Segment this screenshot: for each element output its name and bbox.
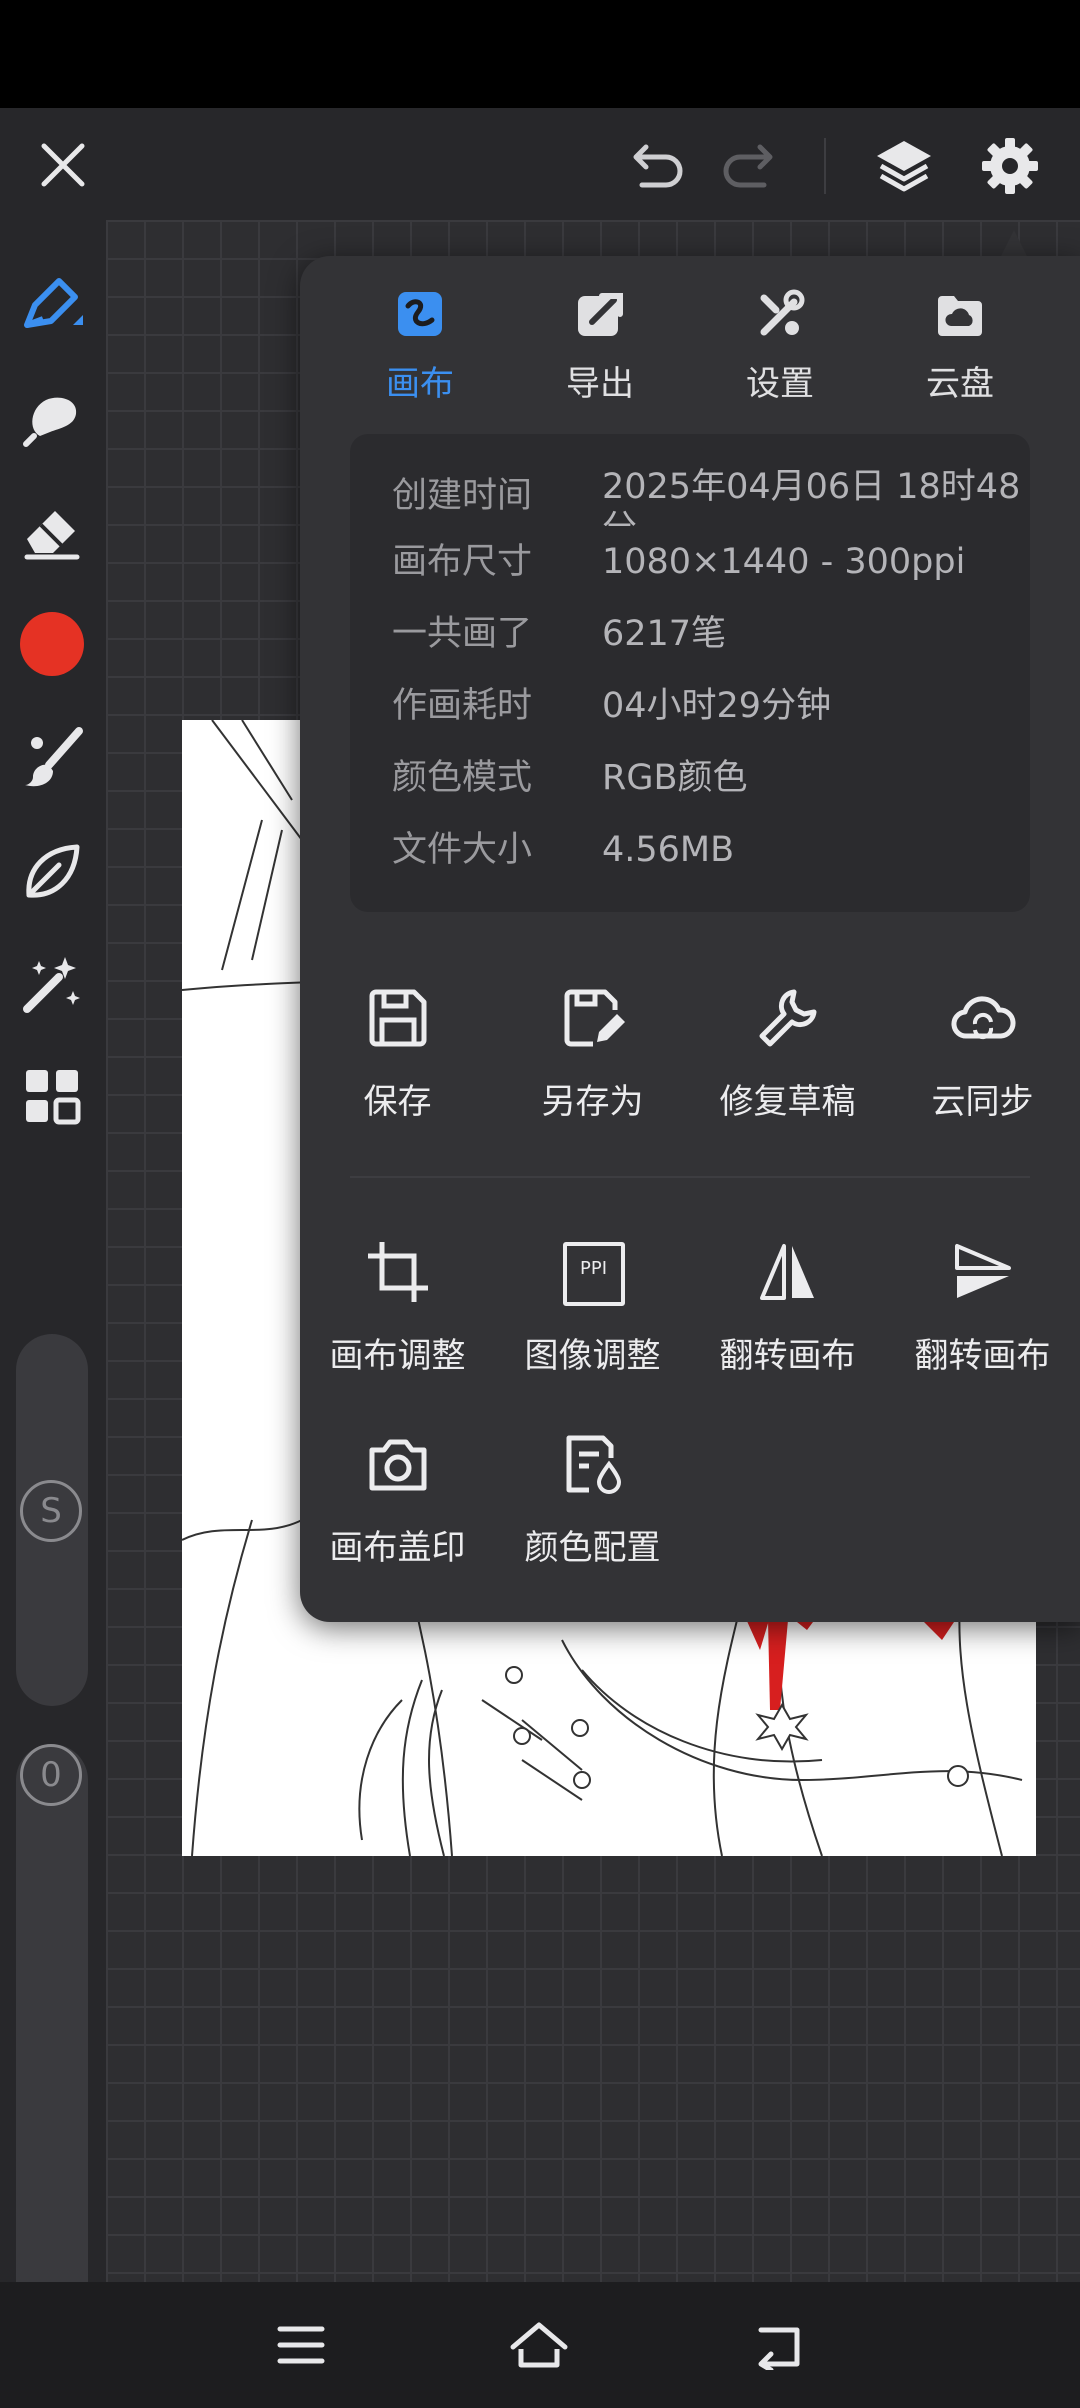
info-row-color-mode: 颜色模式 RGB颜色 xyxy=(392,758,748,798)
info-row-duration: 作画耗时 04小时29分钟 xyxy=(392,686,832,726)
info-row-strokes: 一共画了 6217笔 xyxy=(392,614,727,654)
brush-icon[interactable] xyxy=(14,720,90,796)
color-profile-button[interactable]: 颜色配置 xyxy=(495,1430,690,1569)
canvas-menu-popup: 画布 导出 设置 云盘 创建时间 2025年04月06日 18时48分 画布 xyxy=(300,256,1080,1622)
redo-icon[interactable] xyxy=(716,136,786,196)
flip-horizontal-icon xyxy=(754,1238,822,1306)
info-row-file-size: 文件大小 4.56MB xyxy=(392,830,735,870)
pen-icon[interactable] xyxy=(12,264,92,344)
brush-size-knob[interactable]: S xyxy=(20,1480,82,1542)
actions-divider xyxy=(350,1176,1030,1178)
brush-size-slider[interactable]: S xyxy=(16,1334,88,1706)
cloud-sync-button[interactable]: 云同步 xyxy=(885,984,1080,1123)
gear-icon[interactable] xyxy=(974,130,1046,202)
layers-icon[interactable] xyxy=(868,130,940,202)
home-icon[interactable] xyxy=(506,2312,572,2378)
brush-opacity-slider[interactable]: 0 xyxy=(16,1744,88,2360)
canvas-adjust-button[interactable]: 画布调整 xyxy=(300,1238,495,1377)
tab-export[interactable]: 导出 xyxy=(510,288,690,408)
export-icon xyxy=(574,288,626,340)
magic-wand-icon[interactable] xyxy=(14,946,90,1022)
image-adjust-button[interactable]: PPI 图像调整 xyxy=(495,1238,690,1377)
flip-horizontal-button[interactable]: 翻转画布 xyxy=(690,1238,885,1377)
cloud-sync-icon xyxy=(949,984,1017,1052)
toolbar-divider xyxy=(824,138,826,194)
system-nav-bar xyxy=(0,2282,1080,2408)
menu-icon[interactable] xyxy=(268,2312,334,2378)
leaf-icon[interactable] xyxy=(14,834,90,910)
flip-vertical-icon xyxy=(949,1238,1017,1306)
save-button[interactable]: 保存 xyxy=(300,984,495,1123)
eraser-icon[interactable] xyxy=(14,494,90,570)
top-toolbar xyxy=(0,108,1080,220)
info-row-created: 创建时间 2025年04月06日 18时48分 xyxy=(392,467,1021,526)
grid-icon[interactable] xyxy=(16,1060,88,1132)
canvas-stamp-button[interactable]: 画布盖印 xyxy=(300,1430,495,1569)
ppi-icon-text: PPI xyxy=(579,1258,608,1279)
save-as-button[interactable]: 另存为 xyxy=(495,984,690,1123)
brush-opacity-knob[interactable]: 0 xyxy=(20,1744,82,1806)
ppi-icon: PPI xyxy=(559,1238,627,1306)
status-bar xyxy=(0,0,1080,108)
info-row-size: 画布尺寸 1080×1440 - 300ppi xyxy=(392,542,966,582)
repair-draft-button[interactable]: 修复草稿 xyxy=(690,984,885,1123)
color-profile-icon xyxy=(559,1430,627,1498)
save-icon xyxy=(364,984,432,1052)
flip-vertical-button[interactable]: 翻转画布 xyxy=(885,1238,1080,1377)
crop-icon xyxy=(364,1238,432,1306)
popup-tabs: 画布 导出 设置 云盘 xyxy=(300,288,1080,408)
tab-settings[interactable]: 设置 xyxy=(690,288,870,408)
tab-cloud[interactable]: 云盘 xyxy=(870,288,1050,408)
canvas-icon xyxy=(394,288,446,340)
popup-arrow xyxy=(1000,230,1028,258)
undo-icon[interactable] xyxy=(620,136,690,196)
tab-canvas[interactable]: 画布 xyxy=(330,288,510,408)
camera-icon xyxy=(364,1430,432,1498)
tools-icon xyxy=(754,288,806,340)
smudge-icon[interactable] xyxy=(14,380,90,456)
back-icon[interactable] xyxy=(746,2312,812,2378)
save-as-icon xyxy=(559,984,627,1052)
wrench-icon xyxy=(754,984,822,1052)
cloud-folder-icon xyxy=(934,288,986,340)
canvas-info-card: 创建时间 2025年04月06日 18时48分 画布尺寸 1080×1440 -… xyxy=(350,434,1030,912)
close-icon[interactable] xyxy=(30,132,96,198)
tool-sidebar: S 0 xyxy=(0,220,106,2360)
color-swatch[interactable] xyxy=(20,612,84,676)
